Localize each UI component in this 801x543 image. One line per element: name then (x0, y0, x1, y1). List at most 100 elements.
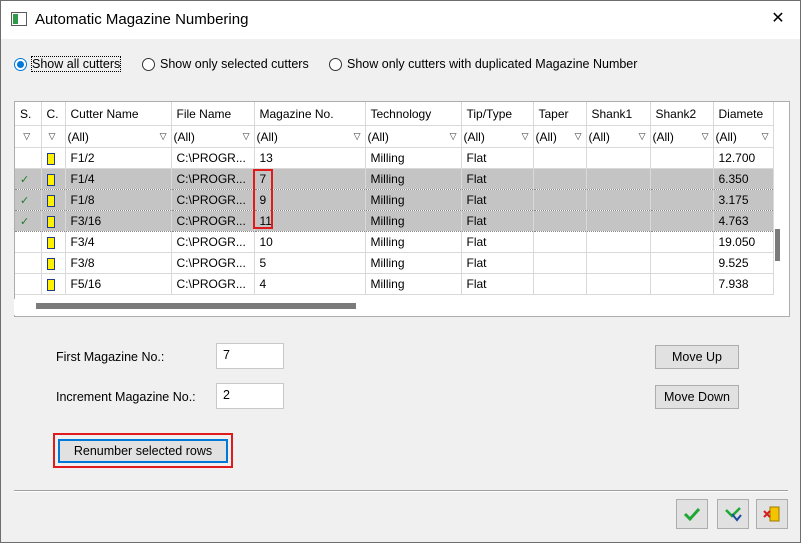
column-filter[interactable]: (All) ▽ (586, 125, 651, 148)
selection-cell[interactable] (15, 252, 42, 274)
cell-file[interactable]: C:\PROGR... (171, 252, 255, 274)
cell-name[interactable]: F3/4 (65, 231, 172, 253)
column-filter[interactable]: (All) ▽ (65, 125, 172, 148)
column-filter[interactable]: ▽ (15, 125, 42, 148)
cell-taper[interactable] (533, 231, 587, 253)
cell-tech[interactable]: Milling (365, 252, 462, 274)
move-down-button[interactable]: Move Down (655, 385, 739, 409)
chevron-down-icon[interactable]: ▽ (243, 131, 250, 142)
cell-shank1[interactable] (586, 273, 651, 295)
cell-shank1[interactable] (586, 252, 651, 274)
vertical-scroll-thumb[interactable] (775, 229, 780, 261)
cell-taper[interactable] (533, 168, 587, 190)
cell-file[interactable]: C:\PROGR... (171, 273, 255, 295)
cell-name[interactable]: F1/8 (65, 189, 172, 211)
cell-file[interactable]: C:\PROGR... (171, 168, 255, 190)
selection-cell[interactable] (15, 231, 42, 253)
chevron-down-icon[interactable]: ▽ (702, 131, 709, 142)
cell-tech[interactable]: Milling (365, 273, 462, 295)
selection-cell[interactable] (15, 273, 42, 295)
radio-show-all[interactable]: Show all cutters (14, 55, 122, 73)
column-filter[interactable]: (All) ▽ (650, 125, 714, 148)
apply-button[interactable] (717, 499, 749, 529)
cell-diameter[interactable]: 4.763 (713, 210, 774, 232)
column-header[interactable]: S. (15, 102, 42, 126)
ok-button[interactable] (676, 499, 708, 529)
cell-diameter[interactable]: 9.525 (713, 252, 774, 274)
cell-tip[interactable]: Flat (461, 189, 534, 211)
column-header[interactable]: Diamete (713, 102, 774, 126)
cell-shank1[interactable] (586, 168, 651, 190)
first-magazine-input[interactable]: 7 (216, 343, 284, 369)
table-row[interactable]: F3/4 C:\PROGR... 10 Milling Flat 19.050 (15, 231, 774, 253)
cutters-grid[interactable]: S. C. Cutter Name File Name Magazine No. Tech… (14, 101, 790, 317)
cell-taper[interactable] (533, 189, 587, 211)
renumber-button[interactable]: Renumber selected rows (58, 439, 228, 463)
cell-diameter[interactable]: 6.350 (713, 168, 774, 190)
cell-tip[interactable]: Flat (461, 252, 534, 274)
cell-taper[interactable] (533, 210, 587, 232)
cell-tip[interactable]: Flat (461, 147, 534, 169)
selection-cell[interactable] (15, 147, 42, 169)
cell-name[interactable]: F3/16 (65, 210, 172, 232)
cell-mag[interactable]: 13 (254, 147, 366, 169)
cell-diameter[interactable]: 12.700 (713, 147, 774, 169)
cancel-button[interactable] (756, 499, 788, 529)
chevron-down-icon[interactable]: ▽ (354, 131, 361, 142)
cell-shank2[interactable] (650, 168, 714, 190)
table-row[interactable]: ✓ F1/4 C:\PROGR... 7 Milling Flat 6.350 (15, 168, 774, 190)
column-header[interactable]: C. (41, 102, 66, 126)
selection-cell[interactable]: ✓ (15, 168, 42, 190)
cell-tip[interactable]: Flat (461, 273, 534, 295)
move-up-button[interactable]: Move Up (655, 345, 739, 369)
cell-file[interactable]: C:\PROGR... (171, 210, 255, 232)
table-row[interactable]: ✓ F3/16 C:\PROGR... 11 Milling Flat 4.763 (15, 210, 774, 232)
cell-shank1[interactable] (586, 231, 651, 253)
table-row[interactable]: F1/2 C:\PROGR... 13 Milling Flat 12.700 (15, 147, 774, 169)
cell-shank2[interactable] (650, 189, 714, 211)
column-filter[interactable]: (All) ▽ (533, 125, 587, 148)
cell-shank1[interactable] (586, 147, 651, 169)
cell-diameter[interactable]: 3.175 (713, 189, 774, 211)
column-filter[interactable]: (All) ▽ (365, 125, 462, 148)
cell-tech[interactable]: Milling (365, 168, 462, 190)
cell-tip[interactable]: Flat (461, 168, 534, 190)
column-filter[interactable]: (All) ▽ (713, 125, 774, 148)
cell-taper[interactable] (533, 252, 587, 274)
cell-diameter[interactable]: 7.938 (713, 273, 774, 295)
cell-tech[interactable]: Milling (365, 231, 462, 253)
cell-diameter[interactable]: 19.050 (713, 231, 774, 253)
radio-show-duplicated[interactable]: Show only cutters with duplicated Magazi… (329, 55, 637, 73)
increment-magazine-input[interactable]: 2 (216, 383, 284, 409)
selection-cell[interactable]: ✓ (15, 189, 42, 211)
table-row[interactable]: F5/16 C:\PROGR... 4 Milling Flat 7.938 (15, 273, 774, 295)
cell-name[interactable]: F1/4 (65, 168, 172, 190)
cell-name[interactable]: F3/8 (65, 252, 172, 274)
cell-name[interactable]: F5/16 (65, 273, 172, 295)
cell-shank2[interactable] (650, 210, 714, 232)
horizontal-scroll-thumb[interactable] (36, 303, 356, 309)
table-row[interactable]: ✓ F1/8 C:\PROGR... 9 Milling Flat 3.175 (15, 189, 774, 211)
chevron-down-icon[interactable]: ▽ (762, 131, 769, 142)
column-header[interactable]: Magazine No. (254, 102, 366, 126)
column-header[interactable]: Technology (365, 102, 462, 126)
radio-show-selected[interactable]: Show only selected cutters (142, 55, 309, 73)
horizontal-scrollbar[interactable] (14, 299, 788, 315)
cell-mag[interactable]: 10 (254, 231, 366, 253)
cell-shank2[interactable] (650, 273, 714, 295)
chevron-down-icon[interactable]: ▽ (49, 131, 56, 142)
cell-shank2[interactable] (650, 252, 714, 274)
column-filter[interactable]: (All) ▽ (461, 125, 534, 148)
cell-tech[interactable]: Milling (365, 147, 462, 169)
chevron-down-icon[interactable]: ▽ (450, 131, 457, 142)
column-header[interactable]: File Name (171, 102, 255, 126)
cell-file[interactable]: C:\PROGR... (171, 189, 255, 211)
cell-mag[interactable]: 5 (254, 252, 366, 274)
cell-tip[interactable]: Flat (461, 231, 534, 253)
cell-shank1[interactable] (586, 189, 651, 211)
cell-name[interactable]: F1/2 (65, 147, 172, 169)
table-row[interactable]: F3/8 C:\PROGR... 5 Milling Flat 9.525 (15, 252, 774, 274)
chevron-down-icon[interactable]: ▽ (639, 131, 646, 142)
column-header[interactable]: Shank2 (650, 102, 714, 126)
cell-tip[interactable]: Flat (461, 210, 534, 232)
